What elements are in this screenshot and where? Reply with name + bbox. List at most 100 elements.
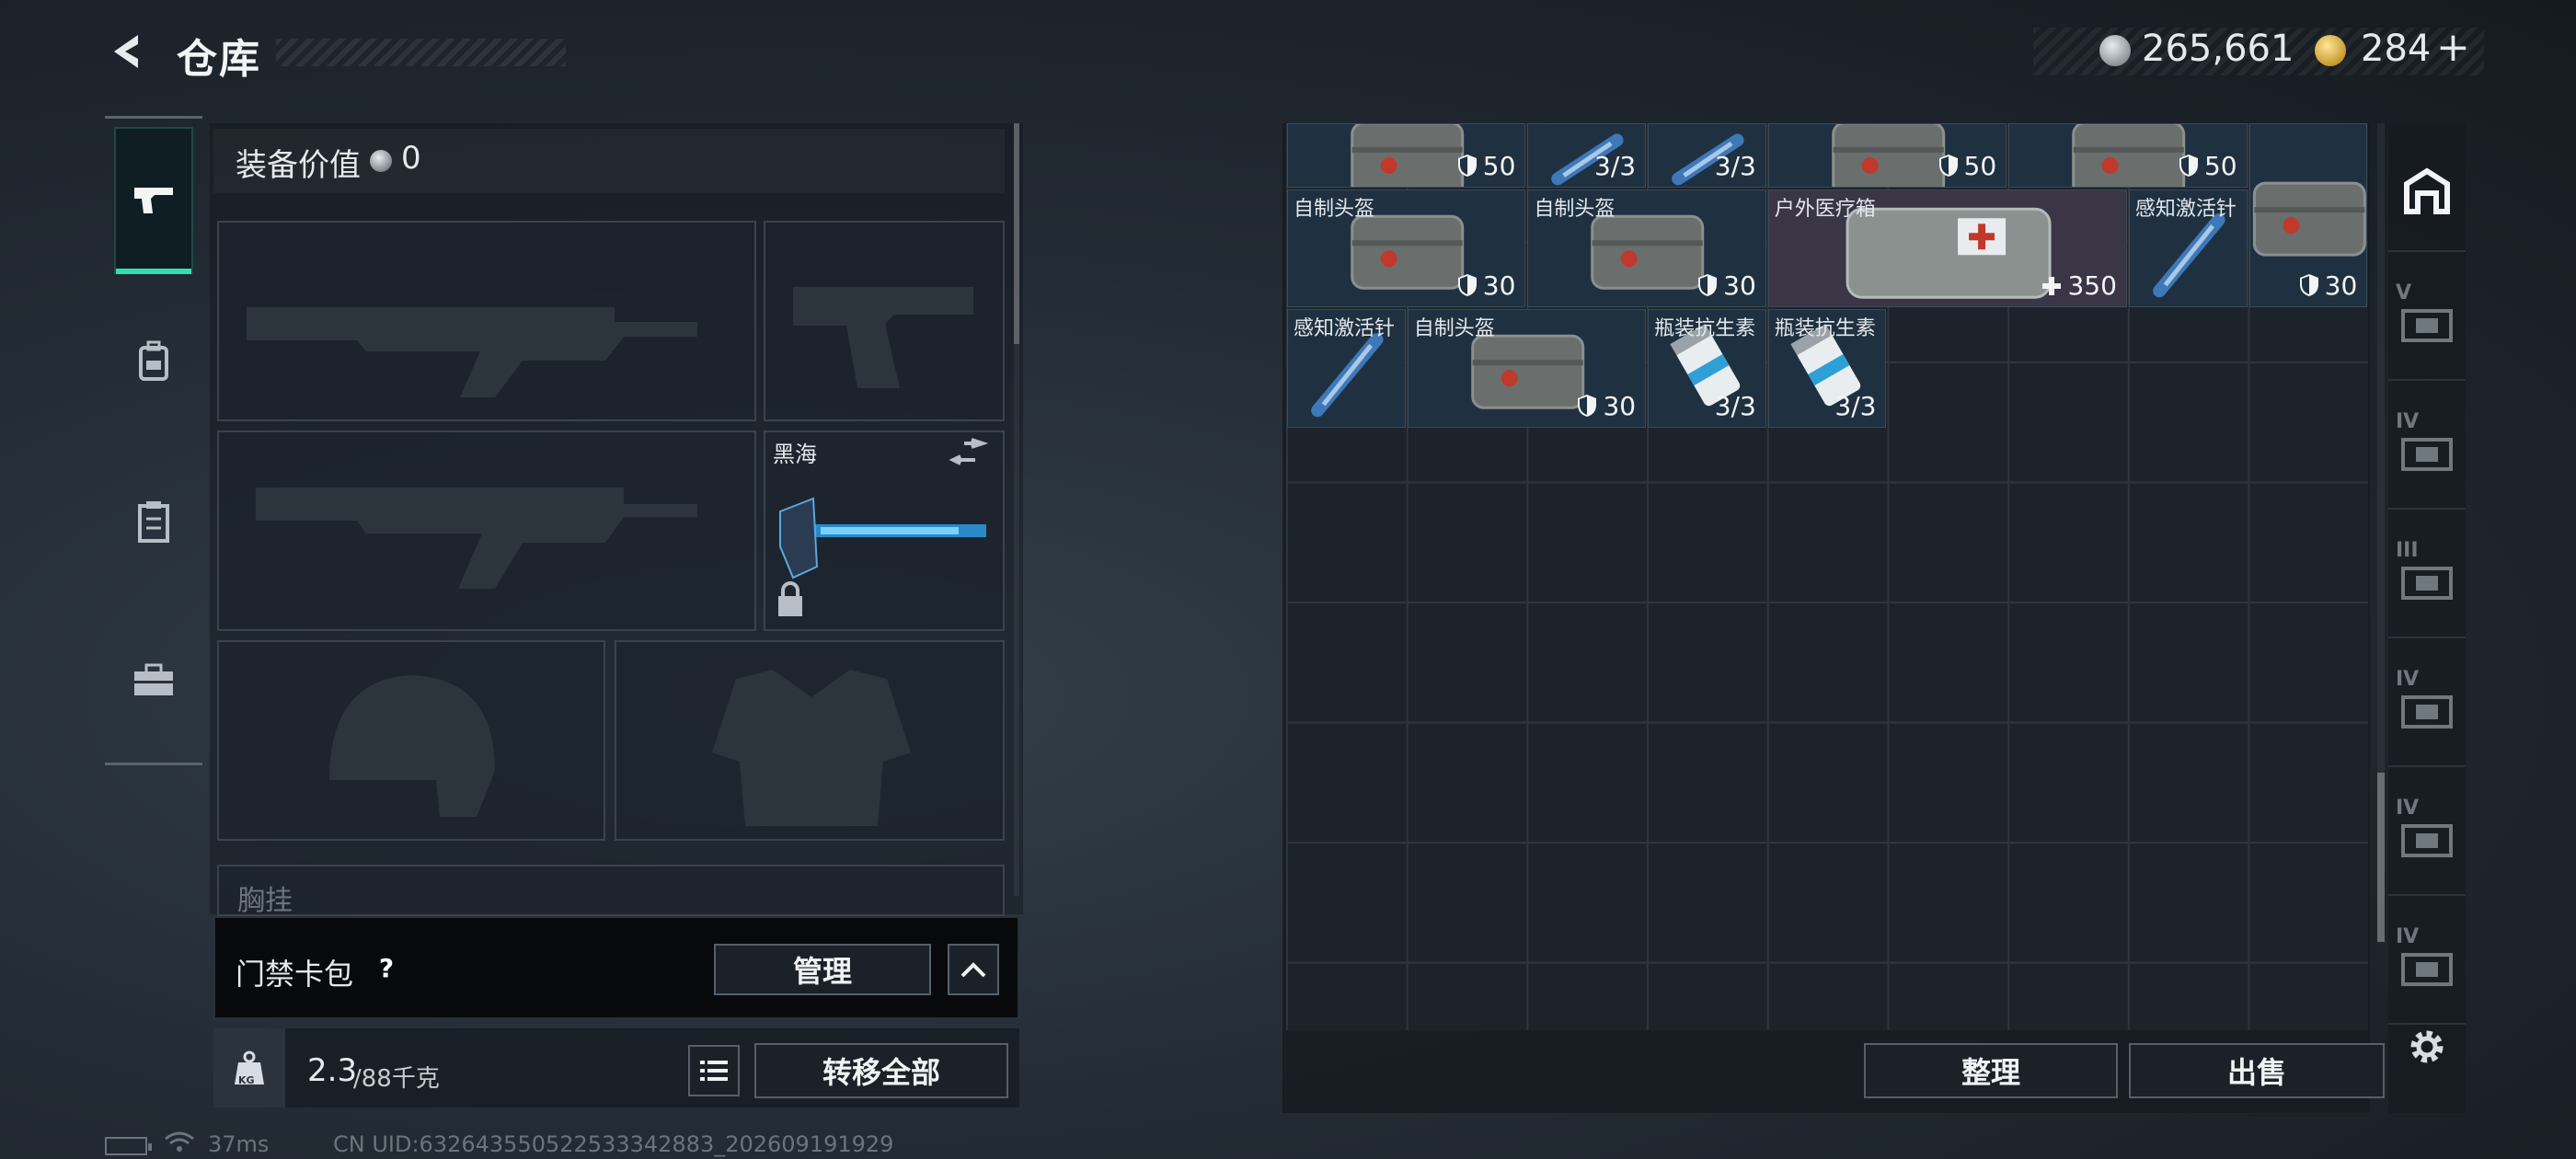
rail-storage-6[interactable]: IV: [2388, 905, 2466, 1025]
warehouse-item[interactable]: 瓶装抗生素 3/3: [1767, 309, 1887, 428]
helmet-slot[interactable]: [217, 640, 605, 841]
settings-button[interactable]: [2401, 1021, 2453, 1073]
transfer-all-button[interactable]: 转移全部: [754, 1043, 1008, 1098]
rail-storage-4[interactable]: IV: [2388, 648, 2466, 767]
help-icon[interactable]: ?: [368, 949, 405, 986]
storage-tier-label: III: [2396, 539, 2419, 562]
rifle-silhouette-icon: [256, 488, 697, 589]
warehouse-item[interactable]: 3/3: [1527, 123, 1647, 188]
item-value: 50: [1938, 151, 1996, 181]
storage-tier-label: IV: [2396, 925, 2420, 948]
warehouse-item[interactable]: 50: [2008, 123, 2248, 188]
armor-silhouette-icon: [712, 670, 911, 826]
armor-slot[interactable]: [615, 640, 1005, 841]
tab-vest[interactable]: [114, 447, 193, 594]
tab-backpack[interactable]: [114, 287, 193, 434]
rail-storage-2[interactable]: IV: [2388, 390, 2466, 510]
list-view-button[interactable]: [688, 1045, 740, 1096]
warehouse-item[interactable]: 30: [2248, 123, 2368, 308]
warehouse-item[interactable]: 瓶装抗生素 3/3: [1648, 309, 1766, 428]
storage-tier-label: IV: [2396, 410, 2420, 433]
warehouse-item[interactable]: 自制头盔 30: [1407, 309, 1647, 428]
rail-storage-1[interactable]: V: [2388, 261, 2466, 381]
gold-amount: 284: [2361, 28, 2432, 70]
item-value: 30: [1697, 270, 1756, 301]
clipboard-icon: [138, 501, 169, 543]
battery-icon: [105, 1137, 152, 1155]
rifle-silhouette-icon: [247, 307, 697, 397]
weight-icon-text: KG: [238, 1074, 255, 1086]
item-value: 30: [1577, 391, 1636, 421]
add-currency-button[interactable]: +: [2436, 24, 2470, 71]
rail-storage-3[interactable]: III: [2388, 519, 2466, 638]
silver-amount: 265,661: [2142, 28, 2294, 70]
item-name: 自制头盔: [1413, 317, 1495, 341]
storage-tier-label: IV: [2396, 797, 2420, 820]
equipment-scroll-thumb[interactable]: [1014, 123, 1019, 344]
item-name: 户外医疗箱: [1774, 197, 1876, 221]
warehouse-item[interactable]: 自制头盔 30: [1287, 189, 1526, 308]
keycard-label: 门禁卡包: [236, 957, 354, 992]
chest-rig-slot[interactable]: 胸挂: [217, 865, 1005, 916]
storage-tier-label: IV: [2396, 668, 2420, 691]
secondary-weapon-slot[interactable]: [217, 430, 756, 631]
shield-icon: [1578, 394, 1597, 417]
wifi-icon: [164, 1131, 195, 1159]
backpack-icon: [139, 340, 168, 381]
helmet-silhouette-icon: [329, 675, 495, 817]
title-decoration: [276, 39, 566, 66]
plus-icon: [2042, 277, 2062, 296]
weight-icon-box: KG: [213, 1028, 285, 1107]
gold-coin-icon: [2315, 35, 2346, 66]
warehouse-item[interactable]: 自制头盔 30: [1527, 189, 1766, 308]
item-name: 瓶装抗生素: [1654, 317, 1756, 341]
equipment-value-amount: 0: [401, 140, 421, 177]
warehouse-item[interactable]: 50: [1287, 123, 1526, 188]
page-title: 仓库: [177, 36, 261, 83]
sell-button[interactable]: 出售: [2129, 1043, 2385, 1098]
lock-icon: [778, 596, 802, 616]
item-name: 自制头盔: [1534, 197, 1616, 221]
item-value: 3/3: [1594, 150, 1637, 181]
silver-coin-icon: [370, 150, 392, 172]
weight-current: 2.3: [307, 1052, 358, 1089]
back-button[interactable]: [101, 26, 156, 77]
weight-max: /88千克: [353, 1065, 440, 1093]
item-value: 3/3: [1834, 390, 1877, 421]
silver-coin-icon: [2099, 35, 2131, 66]
primary-weapon-slot[interactable]: [217, 221, 756, 421]
list-icon: [700, 1061, 728, 1081]
expand-button[interactable]: [948, 944, 999, 995]
equipment-value-label: 装备价值: [236, 147, 361, 184]
warehouse-item[interactable]: 感知激活针: [2128, 189, 2248, 308]
item-value: 30: [1457, 270, 1515, 301]
tab-case[interactable]: [114, 607, 193, 754]
warehouse-item[interactable]: 户外医疗箱 350: [1767, 189, 2127, 308]
warehouse-item[interactable]: 50: [1767, 123, 2007, 188]
toolbox-icon: [134, 663, 173, 695]
rail-storage-5[interactable]: IV: [2388, 776, 2466, 896]
warehouse-item[interactable]: 感知激活针: [1287, 309, 1406, 428]
item-value: 50: [1457, 151, 1515, 181]
pistol-silhouette-icon: [793, 287, 973, 388]
sidearm-slot[interactable]: [764, 221, 1005, 421]
shield-icon: [1457, 154, 1477, 177]
melee-slot[interactable]: 黑海: [764, 430, 1005, 631]
axe-icon: [778, 438, 989, 616]
shield-icon: [2179, 154, 2198, 177]
user-uid: CN UID:632643550522533342883_20260919192…: [333, 1131, 894, 1157]
storage-tier-label: V: [2396, 281, 2412, 304]
item-value: 3/3: [1714, 150, 1756, 181]
warehouse-item[interactable]: 3/3: [1648, 123, 1766, 188]
shield-icon: [1938, 154, 1958, 177]
item-value: 50: [2179, 151, 2237, 181]
rail-safehouse[interactable]: [2388, 132, 2466, 252]
tab-weapons[interactable]: [114, 127, 193, 274]
back-arrow-icon: [114, 35, 138, 68]
item-name: 感知激活针: [1294, 317, 1396, 341]
sort-button[interactable]: 整理: [1864, 1043, 2118, 1098]
warehouse-scroll-thumb[interactable]: [2377, 773, 2385, 942]
item-value: 30: [2299, 270, 2357, 301]
manage-button[interactable]: 管理: [714, 944, 931, 995]
item-value: 3/3: [1714, 390, 1756, 421]
